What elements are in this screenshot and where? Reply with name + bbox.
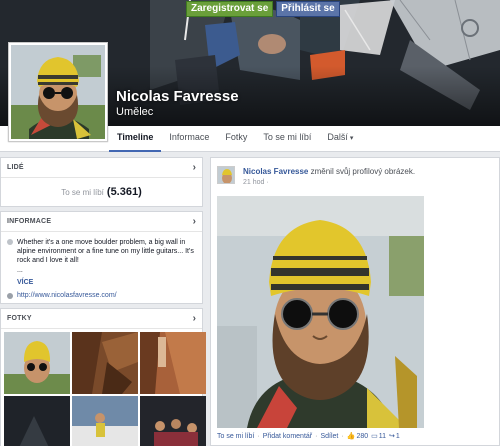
about-card: INFORMACE › Whether it's a one move boul… bbox=[0, 211, 203, 304]
post-action-text: změnil svůj profilový obrázek. bbox=[310, 167, 416, 176]
post-photo[interactable] bbox=[217, 196, 424, 428]
shares-count[interactable]: ↪ 1 bbox=[389, 432, 400, 441]
comments-count[interactable]: ▭ 11 bbox=[371, 432, 387, 441]
post-avatar-image bbox=[218, 167, 234, 183]
globe-small-icon: · bbox=[266, 179, 269, 186]
photo-canyon bbox=[140, 332, 206, 394]
about-ellipsis: ... bbox=[17, 267, 23, 274]
separator-dot: · bbox=[315, 432, 318, 440]
tab-likes[interactable]: To se mi líbí bbox=[255, 126, 319, 152]
photo-thumbnail[interactable] bbox=[4, 332, 70, 394]
page-likes-count: (5.361) bbox=[106, 186, 142, 198]
auth-bar: Zaregistrovat se Přihlásit se bbox=[186, 1, 340, 17]
people-title: LIDÉ bbox=[7, 164, 24, 171]
profile-category: Umělec bbox=[116, 106, 154, 118]
about-description: Whether it's a one move boulder problem,… bbox=[17, 239, 194, 264]
register-button[interactable]: Zaregistrovat se bbox=[186, 1, 274, 17]
climber-portrait-large bbox=[217, 196, 424, 428]
page-likes[interactable]: To se mi líbí (5.361) bbox=[1, 178, 202, 206]
likes-count-value: 280 bbox=[356, 432, 369, 440]
people-card-header[interactable]: LIDÉ › bbox=[1, 158, 202, 178]
photo-thumbnail[interactable] bbox=[72, 332, 138, 394]
tab-timeline[interactable]: Timeline bbox=[109, 126, 162, 152]
login-button[interactable]: Přihlásit se bbox=[276, 1, 340, 17]
chevron-right-icon[interactable]: › bbox=[193, 216, 196, 227]
tab-photos[interactable]: Fotky bbox=[217, 126, 255, 152]
profile-picture-image bbox=[11, 45, 105, 139]
share-icon: ↪ bbox=[389, 433, 395, 440]
post-share-link[interactable]: Sdílet bbox=[320, 433, 338, 440]
photos-title: FOTKY bbox=[7, 315, 32, 322]
left-column: LIDÉ › To se mi líbí (5.361) INFORMACE ›… bbox=[0, 157, 206, 446]
post-author-avatar[interactable] bbox=[217, 166, 235, 184]
photo-dark bbox=[4, 396, 70, 446]
chevron-right-icon[interactable]: › bbox=[193, 313, 196, 324]
post-timestamp[interactable]: 21 hod bbox=[243, 179, 264, 186]
photo-thumbnail[interactable] bbox=[140, 396, 206, 446]
profile-picture[interactable] bbox=[8, 42, 108, 142]
about-card-header[interactable]: INFORMACE › bbox=[1, 212, 202, 232]
about-title: INFORMACE bbox=[7, 218, 52, 225]
photo-rock-wall bbox=[72, 332, 138, 394]
photo-thumbnail[interactable] bbox=[140, 332, 206, 394]
timeline-post: Nicolas Favresse změnil svůj profilový o… bbox=[210, 157, 500, 446]
about-more-link[interactable]: VÍCE bbox=[17, 279, 196, 286]
separator-dot: · bbox=[341, 432, 344, 440]
photo-group bbox=[140, 396, 206, 446]
thumb-up-icon: 👍 bbox=[346, 433, 356, 440]
comment-icon: ▭ bbox=[371, 433, 378, 440]
people-card: LIDÉ › To se mi líbí (5.361) bbox=[0, 157, 203, 207]
photo-thumbnail[interactable] bbox=[72, 396, 138, 446]
photo-thumbnail[interactable] bbox=[4, 396, 70, 446]
comments-count-value: 11 bbox=[378, 432, 387, 440]
info-bubble-icon bbox=[7, 239, 13, 245]
likes-count[interactable]: 👍 280 bbox=[346, 432, 369, 441]
chevron-right-icon[interactable]: › bbox=[193, 162, 196, 173]
tab-more[interactable]: Další bbox=[319, 126, 361, 152]
photos-card-header[interactable]: FOTKY › bbox=[1, 309, 202, 329]
post-like-link[interactable]: To se mi líbí bbox=[217, 433, 254, 440]
shares-count-value: 1 bbox=[395, 432, 400, 440]
separator-dot: · bbox=[257, 432, 260, 440]
photos-card: FOTKY › bbox=[0, 308, 206, 446]
photo-climbers bbox=[72, 396, 138, 446]
climber-portrait-image bbox=[11, 45, 105, 139]
tab-about[interactable]: Informace bbox=[161, 126, 217, 152]
page-likes-label: To se mi líbí bbox=[61, 187, 104, 197]
post-author-name[interactable]: Nicolas Favresse bbox=[243, 167, 308, 176]
globe-icon bbox=[7, 293, 13, 299]
post-comment-link[interactable]: Přidat komentář bbox=[263, 433, 312, 440]
photo-portrait bbox=[4, 332, 70, 394]
profile-name[interactable]: Nicolas Favresse bbox=[116, 88, 239, 105]
website-link[interactable]: http://www.nicolasfavresse.com/ bbox=[17, 292, 117, 299]
